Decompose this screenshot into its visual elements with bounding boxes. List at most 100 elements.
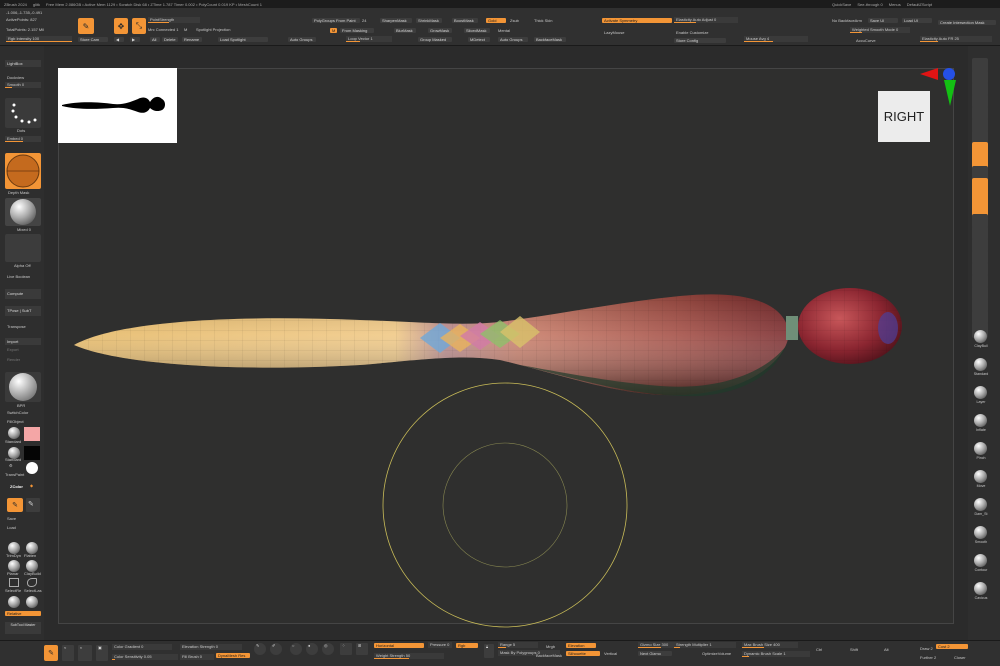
save-ui-button[interactable]: Save UI xyxy=(868,18,898,23)
lazymouse-label[interactable]: LazyMouse xyxy=(604,30,624,35)
boost-mask-button[interactable]: BoostMask xyxy=(452,18,478,23)
alpha-thumbnail[interactable] xyxy=(5,234,41,262)
mouse-avg-slider[interactable]: Mouse Avg 4 xyxy=(744,36,808,42)
smooth-slider[interactable]: Smooth 0 xyxy=(5,82,41,88)
dynamic-brush-scale-slider[interactable]: Dynamic Brush Scale 1 xyxy=(742,651,810,657)
stroke-icon[interactable]: ≈ xyxy=(62,645,74,661)
relative-button[interactable]: Relative xyxy=(5,611,41,616)
next-gizmo-button[interactable]: Next Gizmo xyxy=(638,651,672,656)
backface-mask-button[interactable]: BackfaceMask xyxy=(534,37,566,42)
dynamesh-button[interactable]: DynaMesh Res xyxy=(216,653,250,658)
auto-groups-button[interactable]: Auto Groups xyxy=(288,37,316,42)
brush-alt-icon[interactable]: ✎ xyxy=(26,498,40,512)
gold-button[interactable]: Gold xyxy=(486,18,506,23)
compute-button[interactable]: Compute xyxy=(5,289,41,299)
color-gradient-slider[interactable]: Color Gradient 0 xyxy=(112,644,172,650)
right-brush-icon[interactable] xyxy=(974,554,987,567)
horizontal-button[interactable]: Horizontal xyxy=(374,643,424,648)
color-sensitivity-slider[interactable]: Color Sensitivity 0.05 xyxy=(112,654,178,660)
load-ui-button[interactable]: Load UI xyxy=(902,18,932,23)
stroke-dots-thumbnail[interactable] xyxy=(5,98,41,128)
default-script[interactable]: DefaultZScript xyxy=(907,2,932,7)
right-brush-icon[interactable] xyxy=(974,330,987,343)
brush-icon[interactable]: ✎ xyxy=(44,645,58,661)
axis-gizmo[interactable] xyxy=(918,64,960,110)
right-brush-icon[interactable] xyxy=(974,582,987,595)
cost-2-button[interactable]: Cost 2 xyxy=(936,644,968,649)
live-boolean-button[interactable]: Live Boolean xyxy=(7,274,30,279)
right-brush-icon[interactable] xyxy=(974,498,987,511)
transpose-button[interactable]: Transpose xyxy=(7,324,26,329)
create-intersection-mask-button[interactable]: Create Intersection Mask xyxy=(938,20,996,25)
gizmo-size-slider[interactable]: Gizmo Size 300 xyxy=(638,642,676,648)
grid-brush-icon[interactable]: ⊞ xyxy=(356,643,368,655)
white-sphere-icon[interactable] xyxy=(26,462,38,474)
auto-groups-2-button[interactable]: Auto Groups xyxy=(498,37,528,42)
subtool-master-button[interactable]: SubTool Master xyxy=(5,622,41,634)
optimize-volume-label[interactable]: OptimizeVolume xyxy=(702,651,731,656)
silhouette-button[interactable]: Silhouette xyxy=(566,651,600,656)
menus-button[interactable]: Menus xyxy=(889,2,901,7)
edit-icon[interactable]: ✎ xyxy=(78,18,94,34)
switch-color-button[interactable]: SwitchColor xyxy=(7,410,28,415)
elasticity-fr-slider[interactable]: Elasticity Auto FR 25 xyxy=(920,36,992,42)
rgb-button[interactable]: Rgb xyxy=(456,643,478,648)
mrgb-label[interactable]: Mrgb xyxy=(546,644,555,649)
masking-toggle[interactable]: M xyxy=(330,28,337,33)
sharpen-mask-button[interactable]: SharpenMask xyxy=(380,18,412,23)
quicksave-button[interactable]: QuickSave xyxy=(832,2,851,7)
elasticity-slider[interactable]: Elasticity Auto Adjust 0 xyxy=(674,17,738,23)
fill-brush-slider[interactable]: Fill Brush 0 xyxy=(180,654,214,660)
elevation-strength-slider[interactable]: Elevation Strength 0 xyxy=(180,644,242,650)
standard-brush-4-icon[interactable] xyxy=(26,596,38,608)
store-config-button[interactable]: Store Config xyxy=(674,38,726,43)
alpha-icon[interactable]: ◐ xyxy=(78,645,92,661)
standard-brush-3-icon[interactable] xyxy=(8,596,20,608)
secondary-color-swatch[interactable] xyxy=(24,446,40,460)
backface-mask-label[interactable]: BackfaceMask xyxy=(536,653,562,658)
range-slider[interactable]: Range 5 xyxy=(498,642,538,648)
move-icon[interactable]: ✥ xyxy=(114,18,128,34)
embed-slider[interactable]: Embed 0 xyxy=(5,136,41,142)
mdetect-button[interactable]: MDetect xyxy=(468,37,490,42)
next-arrow-button[interactable]: ▶ xyxy=(130,37,140,42)
tpose-button[interactable]: TPose | SubT xyxy=(5,306,41,316)
lock-icon[interactable]: 🔒︎ xyxy=(484,644,494,658)
smooth-brush-icon[interactable]: ◎ xyxy=(322,643,334,655)
polygroups-from-paint-button[interactable]: PolyGroups From Paint xyxy=(312,18,360,23)
selectrect-icon[interactable] xyxy=(9,578,19,587)
import-button[interactable]: Import xyxy=(5,338,41,345)
activate-symmetry-button[interactable]: Activate Symmetry xyxy=(602,18,672,23)
thick-skin-label[interactable]: Thick Skin xyxy=(534,18,552,23)
dot-brush-icon[interactable]: ● xyxy=(306,643,318,655)
group-masked-button[interactable]: Group Masked xyxy=(418,37,452,42)
enable-customize-label[interactable]: Enable Customize xyxy=(676,30,708,35)
max-brush-size-slider[interactable]: Max Brush Size 400 xyxy=(742,642,798,648)
load-spotlight-button[interactable]: Load Spotlight xyxy=(218,37,268,42)
right-brush-icon[interactable] xyxy=(974,470,987,483)
accucurve-label[interactable]: AccuCurve xyxy=(856,38,876,43)
main-color-swatch[interactable] xyxy=(24,427,40,441)
weight-strength-slider[interactable]: Weight Strength 50 xyxy=(374,653,444,659)
standard-brush-icon[interactable] xyxy=(8,427,20,439)
right-brush-icon[interactable] xyxy=(974,442,987,455)
dots-brush-icon[interactable]: ⁘ xyxy=(340,643,352,655)
transp-icon[interactable]: ⚙ xyxy=(9,463,13,468)
lightbox-button[interactable]: LightBox xyxy=(5,60,41,67)
matcap-thumbnail[interactable] xyxy=(5,372,41,402)
spotlight-projection[interactable]: Spotlight Projection xyxy=(196,27,230,32)
elevation-button[interactable]: Elevation xyxy=(566,643,596,648)
palette-icon[interactable]: ◆ xyxy=(30,483,33,488)
right-brush-icon[interactable] xyxy=(974,414,987,427)
selectlasso-icon[interactable] xyxy=(27,578,37,587)
delete-button[interactable]: Delete xyxy=(162,37,178,42)
weighted-smooth-slider[interactable]: Weighted Smooth Mode 0 xyxy=(850,27,910,33)
texture-icon[interactable]: ▣ xyxy=(96,645,108,661)
brush-depth-thumbnail[interactable] xyxy=(5,153,41,189)
right-brush-icon[interactable] xyxy=(974,526,987,539)
loop-vector-slider[interactable]: Loop Vector 1 xyxy=(346,36,392,42)
fill-object-button[interactable]: FillObject xyxy=(7,419,24,424)
brush-draw-icon[interactable]: ✎ xyxy=(7,498,23,512)
save-button[interactable]: Save xyxy=(7,516,16,521)
circle-brush-icon[interactable]: ○ xyxy=(290,643,302,655)
